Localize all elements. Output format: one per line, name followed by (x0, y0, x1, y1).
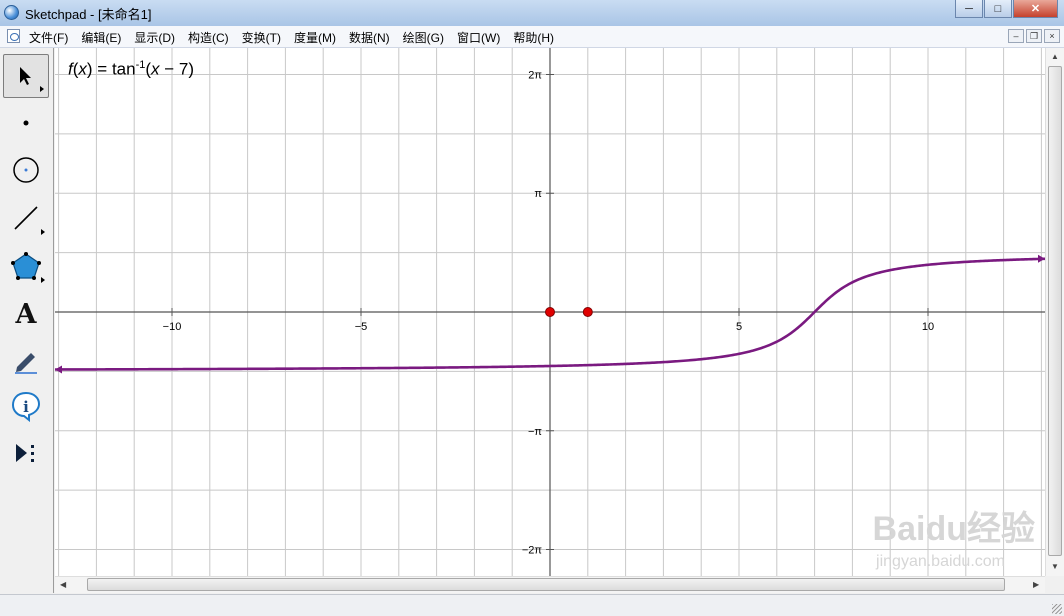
more-tools-indicator (41, 277, 45, 283)
menu-graph[interactable]: 绘图(G) (403, 29, 444, 46)
polygon-icon (11, 252, 41, 280)
document-controls: – ❐ × (1006, 29, 1060, 43)
horizontal-scrollbar[interactable]: ◀ ▶ (55, 576, 1045, 593)
custom-tool[interactable] (3, 431, 49, 475)
close-button[interactable]: ✕ (1013, 0, 1058, 18)
vertical-scroll-thumb[interactable] (1048, 66, 1062, 556)
title-bar: Sketchpad - [未命名1] ─ □ ✕ (0, 0, 1064, 27)
compass-tool[interactable] (3, 148, 49, 192)
y-tick-label: −π (528, 426, 542, 438)
info-icon: i (11, 391, 41, 422)
scroll-up-icon[interactable]: ▲ (1051, 52, 1059, 61)
function-equals: ) = tan (86, 59, 136, 79)
menu-window[interactable]: 窗口(W) (457, 29, 500, 46)
inverse-superscript: -1 (135, 59, 146, 71)
more-tools-indicator (40, 86, 44, 92)
argument-close: − 7) (159, 59, 195, 79)
y-tick-label: −2π (522, 545, 543, 557)
text-icon: A (15, 298, 37, 330)
information-tool[interactable]: i (3, 384, 49, 428)
function-variable: x (78, 59, 87, 79)
argument-variable: x (151, 59, 160, 79)
circle-icon (13, 157, 39, 183)
marker-tool[interactable] (3, 338, 49, 382)
play-more-icon (16, 444, 34, 462)
x-tick-label: 10 (922, 321, 934, 333)
window-title: Sketchpad - [未命名1] (25, 7, 152, 22)
x-tick-label: −10 (163, 321, 182, 333)
text-tool[interactable]: A (3, 292, 49, 336)
sketch-canvas[interactable]: −10 −5 5 10 2π π −π −2π Baidu经验 jingyan.baidu.com… (55, 48, 1045, 576)
menu-number[interactable]: 数据(N) (349, 29, 390, 46)
more-tools-indicator (41, 229, 45, 235)
watermark-url: jingyan.baidu.com (875, 553, 1005, 570)
doc-minimize-button[interactable]: – (1008, 29, 1024, 43)
point-icon (23, 120, 29, 126)
axis-point (545, 307, 555, 317)
arrow-icon (20, 67, 31, 85)
menu-edit[interactable]: 编辑(E) (81, 29, 121, 46)
menu-construct[interactable]: 构造(C) (188, 29, 229, 46)
menu-bar: 文件(F) 编辑(E) 显示(D) 构造(C) 变换(T) 度量(M) 数据(N… (0, 26, 1064, 48)
minimize-button[interactable]: ─ (955, 0, 983, 18)
toolbox: A i (0, 48, 54, 593)
x-tick-label: 5 (736, 321, 742, 333)
window-controls: ─ □ ✕ (954, 0, 1058, 20)
doc-restore-button[interactable]: ❐ (1026, 29, 1042, 43)
maximize-button[interactable]: □ (984, 0, 1012, 18)
function-label[interactable]: f(x) = tan-1(x − 7) (68, 59, 194, 80)
x-tick-label: −5 (355, 321, 368, 333)
point-tool[interactable] (3, 101, 49, 145)
y-tick-label: π (534, 188, 542, 200)
menu-measure[interactable]: 度量(M) (294, 29, 336, 46)
polygon-tool[interactable] (3, 244, 49, 288)
svg-text:i: i (23, 398, 29, 416)
scroll-down-icon[interactable]: ▼ (1051, 562, 1059, 571)
axis-point (582, 307, 593, 317)
menu-display[interactable]: 显示(D) (134, 29, 175, 46)
status-bar (0, 594, 1064, 616)
pen-icon (15, 353, 37, 374)
watermark-brand: Baidu经验 (873, 509, 1035, 548)
scroll-right-icon[interactable]: ▶ (1033, 580, 1039, 589)
menu-file[interactable]: 文件(F) (29, 29, 68, 46)
coordinate-graph[interactable]: −10 −5 5 10 2π π −π −2π Baidu经验 jingyan.baidu.com (55, 48, 1045, 576)
y-tick-label: 2π (528, 69, 542, 81)
menu-help[interactable]: 帮助(H) (513, 29, 554, 46)
function-name: f (68, 59, 73, 79)
scroll-left-icon[interactable]: ◀ (60, 580, 66, 589)
vertical-scrollbar[interactable]: ▲ ▼ (1045, 48, 1064, 576)
arrow-tool[interactable] (3, 54, 49, 98)
horizontal-scroll-thumb[interactable] (87, 578, 1005, 591)
menu-transform[interactable]: 变换(T) (242, 29, 281, 46)
document-icon[interactable] (7, 29, 20, 43)
doc-close-button[interactable]: × (1044, 29, 1060, 43)
straightedge-tool[interactable] (3, 196, 49, 240)
line-segment-icon (14, 206, 38, 230)
resize-grip-icon[interactable] (1052, 604, 1062, 614)
sketchpad-app-icon[interactable] (4, 5, 19, 20)
